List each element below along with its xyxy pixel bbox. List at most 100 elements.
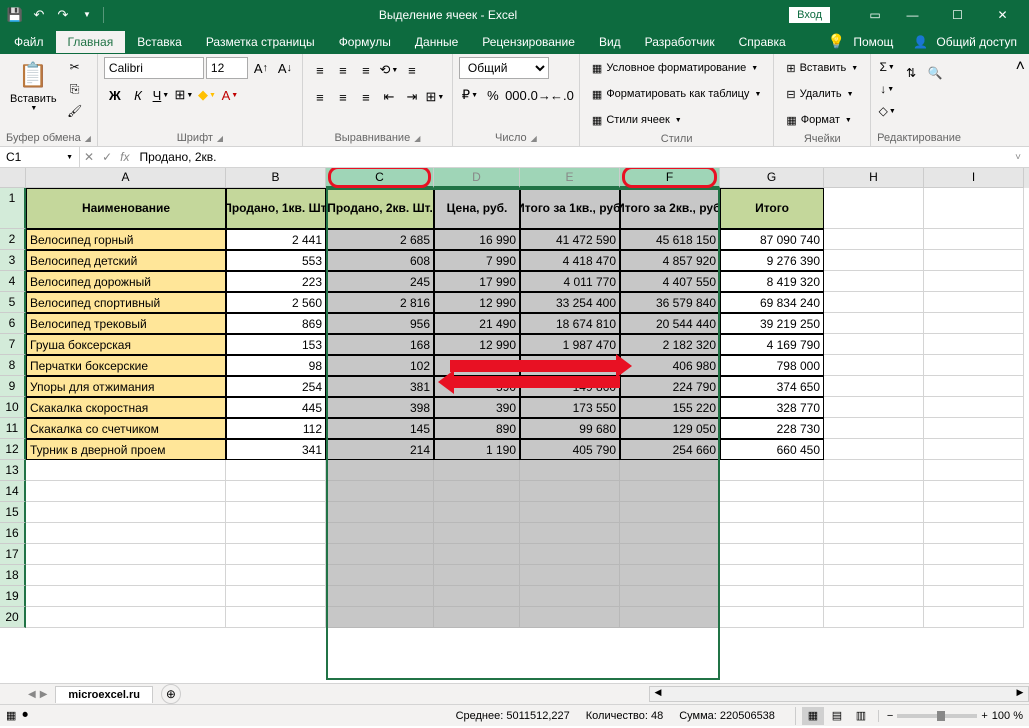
expand-formula-bar-icon[interactable]: ˅ bbox=[1007, 152, 1029, 163]
select-all-corner[interactable] bbox=[0, 168, 26, 188]
col-header-a[interactable]: A bbox=[26, 168, 226, 188]
sort-filter-icon[interactable]: ⇅ bbox=[901, 57, 921, 89]
cell[interactable] bbox=[226, 460, 326, 481]
cell[interactable] bbox=[924, 565, 1024, 586]
data-cell[interactable] bbox=[824, 313, 924, 334]
tell-me-icon[interactable]: 💡 bbox=[828, 33, 845, 50]
normal-view-icon[interactable]: ▦ bbox=[802, 707, 824, 725]
find-select-icon[interactable]: 🔍 bbox=[925, 57, 945, 89]
data-cell[interactable] bbox=[924, 418, 1024, 439]
number-format-combo[interactable]: Общий bbox=[459, 57, 549, 79]
name-cell[interactable]: Велосипед трековый bbox=[26, 313, 226, 334]
delete-cells-button[interactable]: ⊟Удалить▼ bbox=[780, 83, 859, 105]
data-cell[interactable] bbox=[824, 376, 924, 397]
tab-home[interactable]: Главная bbox=[56, 31, 126, 53]
zoom-slider[interactable] bbox=[897, 714, 977, 718]
cell[interactable] bbox=[720, 523, 824, 544]
tab-help[interactable]: Справка bbox=[727, 31, 798, 53]
data-cell[interactable] bbox=[924, 229, 1024, 250]
row-header[interactable]: 2 bbox=[0, 229, 26, 250]
data-cell[interactable]: 381 bbox=[326, 376, 434, 397]
cell[interactable] bbox=[720, 502, 824, 523]
cell[interactable] bbox=[434, 586, 520, 607]
cell[interactable] bbox=[824, 586, 924, 607]
col-header-f[interactable]: F bbox=[620, 168, 720, 188]
macro-record-icon[interactable]: ⏺ bbox=[22, 709, 28, 722]
borders-button[interactable]: ⊞▼ bbox=[173, 84, 195, 106]
cell[interactable] bbox=[26, 607, 226, 628]
scroll-left-icon[interactable]: ◀ bbox=[650, 687, 666, 701]
tab-formulas[interactable]: Формулы bbox=[327, 31, 403, 53]
cell[interactable] bbox=[924, 502, 1024, 523]
cell[interactable] bbox=[620, 481, 720, 502]
row-header[interactable]: 3 bbox=[0, 250, 26, 271]
data-cell[interactable]: 254 660 bbox=[620, 439, 720, 460]
align-top-icon[interactable]: ≡ bbox=[309, 59, 331, 81]
data-cell[interactable] bbox=[924, 355, 1024, 376]
row-header[interactable]: 10 bbox=[0, 397, 26, 418]
page-break-view-icon[interactable]: ▥ bbox=[850, 707, 872, 725]
dialog-launcher-icon[interactable]: ◢ bbox=[85, 134, 91, 143]
row-header[interactable]: 1 bbox=[0, 188, 26, 229]
name-box[interactable]: C1▼ bbox=[0, 147, 80, 167]
zoom-out-button[interactable]: − bbox=[887, 710, 893, 722]
cell[interactable] bbox=[520, 586, 620, 607]
cell[interactable] bbox=[720, 607, 824, 628]
align-bottom-icon[interactable]: ≡ bbox=[355, 59, 377, 81]
name-cell[interactable]: Груша боксерская bbox=[26, 334, 226, 355]
cell[interactable] bbox=[520, 607, 620, 628]
data-cell[interactable]: 9 276 390 bbox=[720, 250, 824, 271]
data-cell[interactable]: 12 990 bbox=[434, 292, 520, 313]
cut-icon[interactable]: ✂ bbox=[65, 57, 85, 77]
cell[interactable] bbox=[520, 460, 620, 481]
data-cell[interactable]: 869 bbox=[226, 313, 326, 334]
data-cell[interactable]: 99 680 bbox=[520, 418, 620, 439]
data-cell[interactable]: 445 bbox=[226, 397, 326, 418]
data-cell[interactable]: 20 544 440 bbox=[620, 313, 720, 334]
cell[interactable] bbox=[824, 523, 924, 544]
data-cell[interactable]: 223 bbox=[226, 271, 326, 292]
cell[interactable] bbox=[26, 586, 226, 607]
data-cell[interactable]: 4 169 790 bbox=[720, 334, 824, 355]
cell[interactable] bbox=[326, 460, 434, 481]
wrap-text-icon[interactable]: ≡ bbox=[401, 59, 423, 81]
currency-icon[interactable]: ₽▼ bbox=[459, 84, 481, 106]
data-cell[interactable] bbox=[824, 250, 924, 271]
col-header-c[interactable]: C bbox=[326, 168, 434, 188]
cell[interactable] bbox=[226, 502, 326, 523]
header-cell[interactable]: Итого bbox=[720, 188, 824, 229]
cell[interactable] bbox=[720, 544, 824, 565]
cell[interactable] bbox=[924, 460, 1024, 481]
cell[interactable] bbox=[226, 586, 326, 607]
row-header[interactable]: 12 bbox=[0, 439, 26, 460]
format-cells-button[interactable]: ▦Формат▼ bbox=[780, 109, 857, 131]
cell[interactable] bbox=[824, 188, 924, 229]
row-header[interactable]: 17 bbox=[0, 544, 26, 565]
increase-font-icon[interactable]: A↑ bbox=[250, 57, 272, 79]
data-cell[interactable]: 4 011 770 bbox=[520, 271, 620, 292]
cell[interactable] bbox=[824, 460, 924, 481]
fill-color-button[interactable]: ◆▼ bbox=[196, 84, 218, 106]
cell[interactable] bbox=[620, 460, 720, 481]
name-cell[interactable]: Упоры для отжимания bbox=[26, 376, 226, 397]
cell[interactable] bbox=[434, 481, 520, 502]
name-cell[interactable]: Велосипед детский bbox=[26, 250, 226, 271]
fill-icon[interactable]: ↓▼ bbox=[877, 79, 897, 99]
conditional-formatting-button[interactable]: ▦Условное форматирование▼ bbox=[586, 57, 764, 79]
cell[interactable] bbox=[824, 502, 924, 523]
add-sheet-button[interactable]: ⊕ bbox=[161, 684, 181, 704]
cell[interactable] bbox=[620, 607, 720, 628]
name-cell[interactable]: Скакалка со счетчиком bbox=[26, 418, 226, 439]
horizontal-scrollbar[interactable]: ◀ ▶ bbox=[649, 686, 1029, 702]
zoom-level[interactable]: 100 % bbox=[992, 710, 1023, 722]
dialog-launcher-icon[interactable]: ◢ bbox=[217, 134, 223, 143]
data-cell[interactable]: 16 990 bbox=[434, 229, 520, 250]
save-icon[interactable]: 💾 bbox=[4, 4, 26, 26]
data-cell[interactable] bbox=[824, 271, 924, 292]
data-cell[interactable]: 173 550 bbox=[520, 397, 620, 418]
data-cell[interactable] bbox=[924, 397, 1024, 418]
data-cell[interactable] bbox=[824, 397, 924, 418]
cell[interactable] bbox=[824, 544, 924, 565]
sheet-tab[interactable]: microexcel.ru bbox=[55, 686, 153, 703]
cell[interactable] bbox=[720, 460, 824, 481]
